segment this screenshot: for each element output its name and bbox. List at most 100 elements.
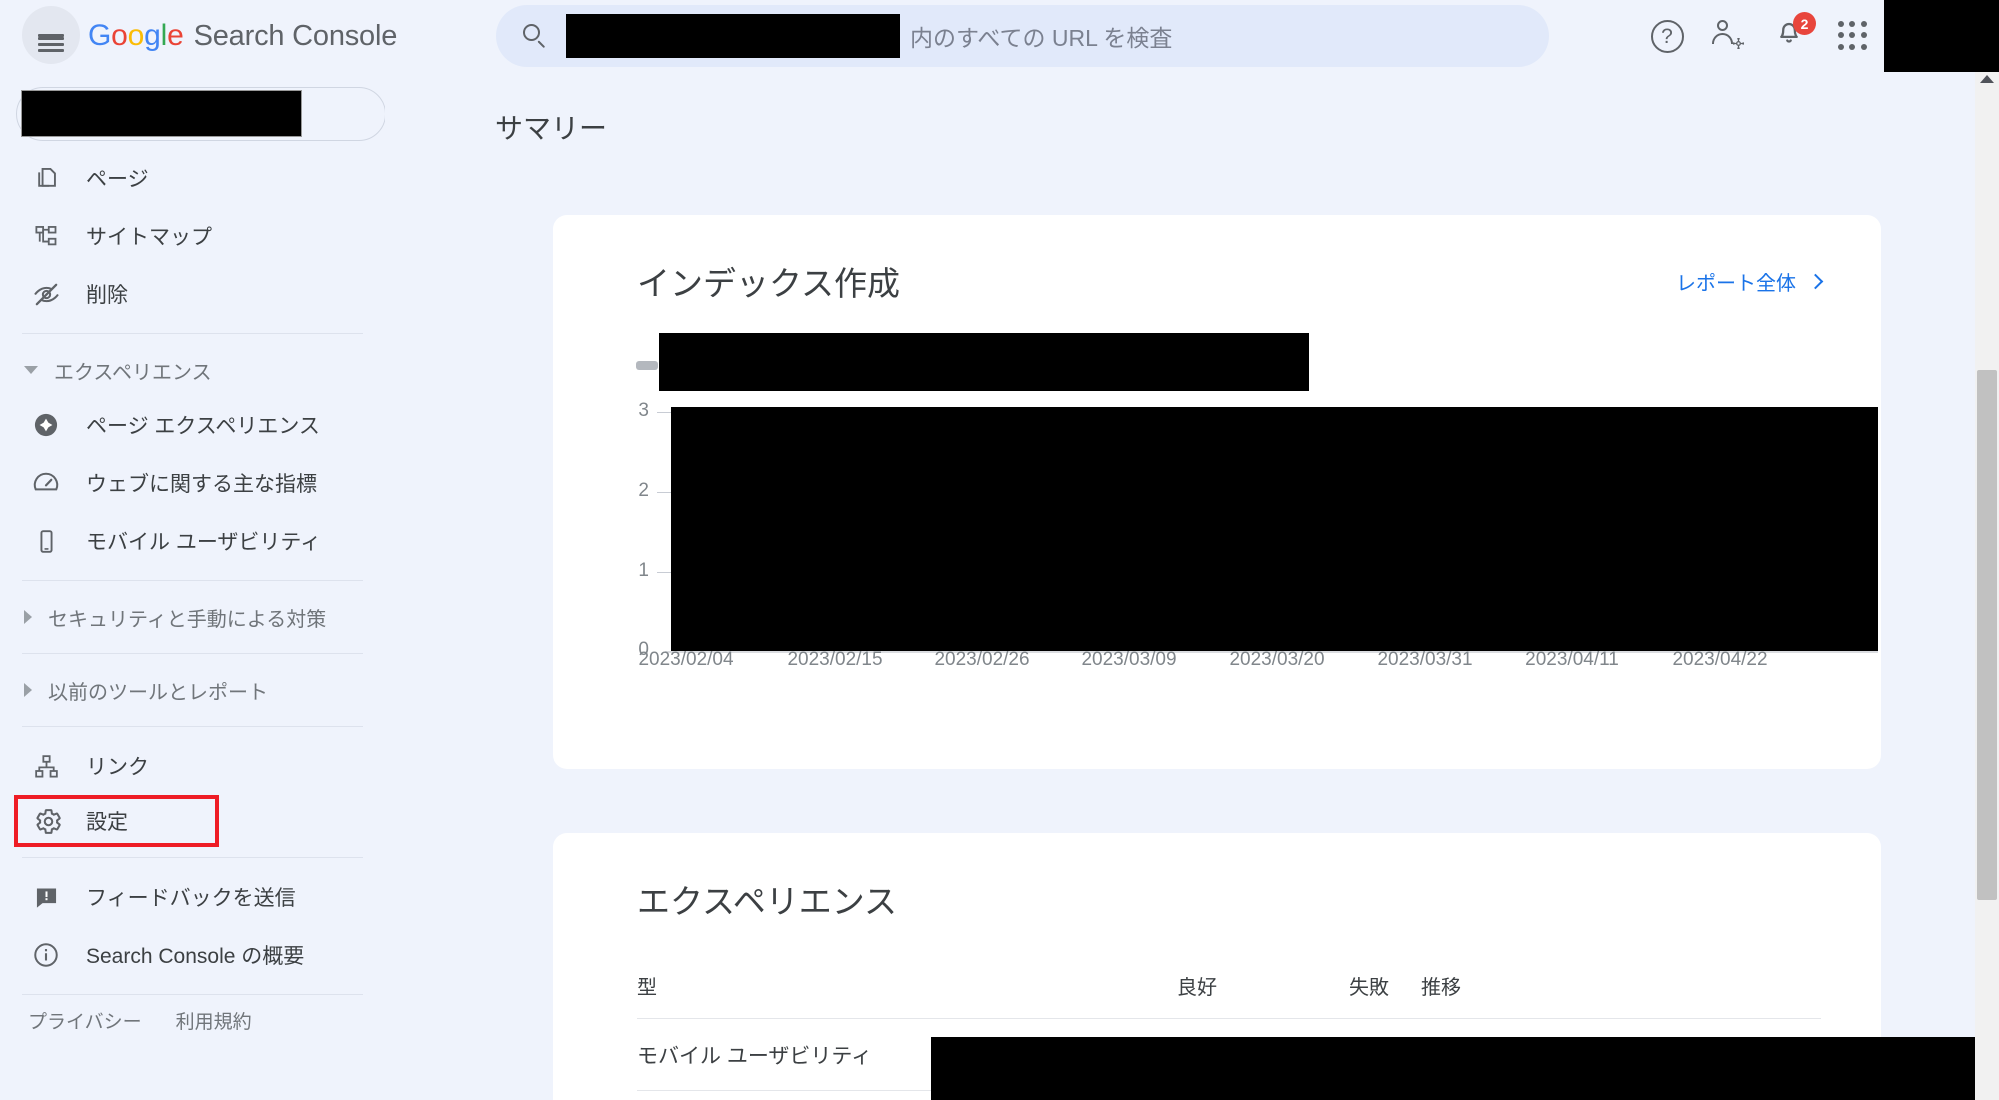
x-axis-label-1: 2023/02/15 <box>787 649 883 670</box>
column-header-fail: 失敗 <box>1349 977 1389 999</box>
indexing-summary-card: インデックス作成 レポート全体 3 2 1 0 2023/02/04 2023/… <box>553 215 1881 769</box>
sidebar-item-page-experience-label: ページ エクスペリエンス <box>86 415 320 438</box>
help-icon: ? <box>1650 19 1684 53</box>
top-bar-icon-group: ? 2 <box>1636 0 1999 72</box>
sidebar-item-about-search-console[interactable]: Search Console の概要 <box>0 926 385 984</box>
column-header-trend: 推移 <box>1421 977 1461 999</box>
sidebar-group-security-label: セキュリティと手動による対策 <box>48 608 327 631</box>
sidebar-legal-links: プライバシー 利用規約 <box>0 1007 385 1034</box>
brand-logo: Google Search Console <box>88 19 397 53</box>
sidebar-item-mobile-usability-label: モバイル ユーザビリティ <box>86 531 322 554</box>
settings-gear-icon <box>32 805 64 837</box>
sidebar-group-security[interactable]: セキュリティと手動による対策 <box>0 591 385 643</box>
experience-card-header: エクスペリエンス <box>553 833 1881 923</box>
experience-table-values-redacted <box>931 1037 1975 1100</box>
user-settings-icon <box>1711 20 1747 52</box>
sidebar-item-page-experience[interactable]: ページ エクスペリエンス <box>0 396 385 454</box>
y-tick-1 <box>657 572 671 573</box>
indexing-card-title: インデックス作成 <box>637 265 901 302</box>
property-selector[interactable] <box>0 87 385 149</box>
search-placeholder-text: 内のすべての URL を検査 <box>910 25 1173 51</box>
product-name: Search Console <box>193 20 398 52</box>
google-apps-button[interactable] <box>1822 5 1884 67</box>
feedback-icon <box>30 881 62 913</box>
chart-plot-redacted <box>671 407 1878 651</box>
sidebar-item-settings-label: 設定 <box>86 811 128 834</box>
help-button[interactable]: ? <box>1636 5 1698 67</box>
x-axis-label-7: 2023/04/22 <box>1672 649 1768 670</box>
sidebar-item-pages[interactable]: ページ <box>0 149 385 207</box>
sidebar-item-pages-label: ページ <box>86 168 149 191</box>
page-scrollbar[interactable] <box>1975 72 1999 1100</box>
user-settings-button[interactable] <box>1698 5 1760 67</box>
sidebar-group-experience[interactable]: エクスペリエンス <box>0 344 385 396</box>
scrollbar-thumb[interactable] <box>1977 370 1997 900</box>
sidebar-divider-6 <box>22 994 363 995</box>
main-content-area: サマリー インデックス作成 レポート全体 3 2 1 0 2023/02/04 … <box>385 72 1975 1100</box>
page-title: サマリー <box>495 113 608 144</box>
notifications-button[interactable]: 2 <box>1760 5 1822 67</box>
scrollbar-up-arrow-icon[interactable] <box>1980 75 1994 83</box>
sidebar-divider-1 <box>22 333 363 334</box>
logo-letter-o2: o <box>127 19 145 52</box>
chart-legend-dash-icon <box>636 361 658 370</box>
search-domain-redacted <box>566 14 900 58</box>
experience-table: 型 良好 失敗 推移 モバイル ユーザビリティ ページ エクスペリエンス <box>553 971 1975 1100</box>
y-axis-label-2: 2 <box>638 480 649 501</box>
removals-icon <box>30 278 62 310</box>
url-inspection-search-bar[interactable]: 内のすべての URL を検査 <box>496 5 1549 67</box>
sidebar-item-removals-label: 削除 <box>86 284 128 307</box>
account-avatar-redacted[interactable] <box>1884 0 1999 72</box>
x-axis-label-6: 2023/04/11 <box>1525 649 1619 670</box>
core-web-vitals-icon <box>30 467 62 499</box>
sitemap-icon <box>30 220 62 252</box>
x-axis-label-3: 2023/03/09 <box>1081 649 1177 670</box>
hamburger-lines <box>38 33 64 52</box>
x-axis-label-4: 2023/03/20 <box>1229 649 1325 670</box>
hamburger-menu-icon[interactable] <box>22 6 80 64</box>
logo-letter-g2: g <box>144 19 161 52</box>
chart-legend-redacted <box>659 333 1309 391</box>
indexing-chart: 3 2 1 0 2023/02/04 2023/02/15 2023/02/26… <box>553 319 1881 699</box>
y-axis-label-3: 3 <box>638 400 649 421</box>
sidebar-item-mobile-usability[interactable]: モバイル ユーザビリティ <box>0 512 385 570</box>
left-sidebar-navigation: ページ サイトマップ 削除 エクスペリエンス ページ エクスペリエンス ウェブに… <box>0 72 385 1100</box>
sidebar-item-core-web-vitals[interactable]: ウェブに関する主な指標 <box>0 454 385 512</box>
sidebar-item-send-feedback-label: フィードバックを送信 <box>86 887 296 910</box>
y-tick-3 <box>657 412 671 413</box>
sidebar-item-settings[interactable]: 設定 <box>14 795 219 847</box>
info-icon <box>30 939 62 971</box>
chevron-right-icon <box>1807 273 1824 289</box>
sidebar-item-core-web-vitals-label: ウェブに関する主な指標 <box>86 473 317 496</box>
privacy-link[interactable]: プライバシー <box>28 1007 142 1034</box>
chevron-right-icon <box>24 610 32 624</box>
sidebar-item-links[interactable]: リンク <box>0 737 385 795</box>
search-icon <box>522 23 548 49</box>
chevron-right-icon <box>24 683 32 697</box>
x-axis-label-0: 2023/02/04 <box>638 649 734 670</box>
top-app-bar: Google Search Console 内のすべての URL を検査 ? 2 <box>0 0 1999 72</box>
terms-link[interactable]: 利用規約 <box>176 1007 252 1034</box>
chevron-down-icon <box>24 366 38 374</box>
sidebar-divider-3 <box>22 653 363 654</box>
sidebar-item-sitemaps[interactable]: サイトマップ <box>0 207 385 265</box>
full-report-link[interactable]: レポート全体 <box>1676 267 1824 296</box>
sidebar-group-legacy-tools-label: 以前のツールとレポート <box>48 681 268 704</box>
page-experience-icon <box>30 409 62 441</box>
notification-bell-icon: 2 <box>1774 12 1816 53</box>
x-axis-label-5: 2023/03/31 <box>1377 649 1473 670</box>
mobile-usability-icon <box>30 525 62 557</box>
x-axis-label-2: 2023/02/26 <box>934 649 1030 670</box>
experience-card-title: エクスペリエンス <box>637 883 898 920</box>
sidebar-item-send-feedback[interactable]: フィードバックを送信 <box>0 868 385 926</box>
column-header-type: 型 <box>637 977 657 999</box>
experience-table-header: 型 良好 失敗 推移 <box>637 971 1821 1018</box>
sidebar-item-removals[interactable]: 削除 <box>0 265 385 323</box>
sidebar-item-links-label: リンク <box>86 756 149 779</box>
y-axis-label-1: 1 <box>638 560 649 581</box>
sidebar-group-legacy-tools[interactable]: 以前のツールとレポート <box>0 664 385 716</box>
y-tick-2 <box>657 492 671 493</box>
logo-letter-o1: o <box>111 19 128 52</box>
full-report-link-label: レポート全体 <box>1676 272 1796 295</box>
links-icon <box>30 750 62 782</box>
